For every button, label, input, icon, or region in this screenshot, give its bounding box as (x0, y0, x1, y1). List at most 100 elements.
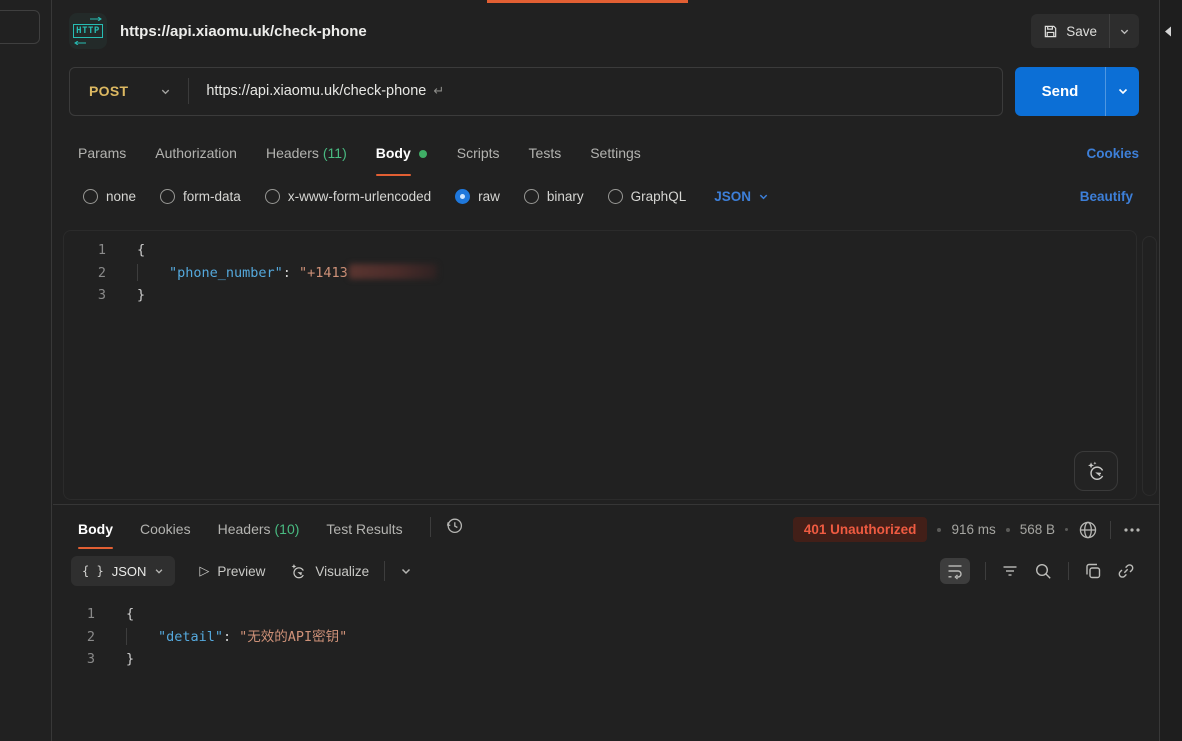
response-tab-body[interactable]: Body (78, 510, 113, 549)
url-input-box[interactable]: POST https://api.xiaomu.uk/check-phone ↵ (69, 67, 1003, 116)
beautify-link[interactable]: Beautify (1080, 189, 1133, 204)
filter-button[interactable] (1001, 562, 1019, 580)
radio-circle-icon (524, 189, 539, 204)
radio-graphql-label: GraphQL (631, 189, 687, 204)
radio-raw-label: raw (478, 189, 500, 204)
request-body-editor[interactable]: 1 { 2 "phone_number":"+1413 3 } (53, 216, 1159, 504)
response-time[interactable]: 916 ms (951, 522, 995, 537)
postbot-sparkle-icon (1085, 460, 1107, 482)
radio-form-data-label: form-data (183, 189, 241, 204)
braces-icon: { } (82, 564, 104, 578)
method-selector-value[interactable]: POST (70, 83, 128, 99)
open-brace: { (137, 242, 145, 258)
radio-graphql[interactable]: GraphQL (608, 189, 687, 204)
method-selector-caret[interactable] (160, 86, 171, 97)
raw-format-dropdown[interactable]: JSON (714, 189, 769, 204)
search-button[interactable] (1034, 562, 1053, 581)
response-format-dropdown[interactable]: { } JSON (71, 556, 175, 586)
postbot-button[interactable] (1074, 451, 1118, 491)
tab-settings[interactable]: Settings (590, 131, 641, 176)
status-badge[interactable]: 401 Unauthorized (793, 517, 928, 542)
dot-separator (1006, 528, 1010, 532)
radio-raw[interactable]: raw (455, 189, 500, 204)
radio-none[interactable]: none (83, 189, 136, 204)
line-number: 2 (64, 262, 106, 285)
response-tabs-bar: Body Cookies Headers(10) Test Results 40… (53, 505, 1159, 549)
save-button[interactable]: Save (1031, 14, 1139, 48)
close-brace: } (137, 287, 145, 303)
tab-headers-label: Headers (266, 145, 319, 161)
tab-authorization[interactable]: Authorization (155, 131, 237, 176)
response-size[interactable]: 568 B (1020, 522, 1055, 537)
request-header: HTTP https://api.xiaomu.uk/check-phone S… (53, 0, 1159, 62)
tab-body[interactable]: Body (376, 131, 411, 176)
url-input-value[interactable]: https://api.xiaomu.uk/check-phone (206, 83, 426, 99)
radio-binary[interactable]: binary (524, 189, 584, 204)
tab-headers[interactable]: Headers(11) (266, 131, 347, 176)
preview-play-icon: ▷ (199, 563, 209, 579)
chevron-down-icon (160, 86, 171, 97)
code-line: 3 } (53, 648, 1159, 671)
radio-urlencoded[interactable]: x-www-form-urlencoded (265, 189, 431, 204)
radio-none-label: none (106, 189, 136, 204)
sidebar-collapsed-tab[interactable] (0, 10, 40, 44)
filter-icon (1001, 562, 1019, 580)
response-tab-cookies[interactable]: Cookies (140, 510, 191, 549)
tab-params[interactable]: Params (78, 131, 126, 176)
network-info-button[interactable] (1078, 520, 1098, 540)
globe-icon (1078, 520, 1098, 540)
close-brace: } (126, 651, 134, 667)
wrap-text-button[interactable] (940, 558, 970, 584)
http-protocol-icon: HTTP (69, 13, 107, 49)
active-tab-indicator (487, 0, 688, 3)
left-sidebar-rail[interactable] (0, 0, 52, 741)
json-value-visible: "+1413 (299, 265, 348, 281)
tab-tests[interactable]: Tests (529, 131, 562, 176)
more-options-button[interactable] (1123, 524, 1141, 536)
preview-button[interactable]: ▷ Preview (199, 563, 265, 579)
json-value: "无效的API密钥" (239, 629, 347, 645)
response-toolbar: { } JSON ▷ Preview Visualize (53, 549, 1159, 593)
line-number: 3 (53, 648, 95, 671)
right-sidebar-rail[interactable] (1159, 0, 1182, 741)
response-tab-headers[interactable]: Headers(10) (218, 510, 300, 549)
tab-tests-label: Tests (529, 145, 562, 161)
request-title: https://api.xiaomu.uk/check-phone (120, 23, 367, 40)
radio-binary-label: binary (547, 189, 584, 204)
open-brace: { (126, 606, 134, 622)
code-line: 1 { (53, 603, 1159, 626)
tab-scripts[interactable]: Scripts (457, 131, 500, 176)
line-number: 1 (64, 239, 106, 262)
panel-collapse-arrow-icon[interactable] (1164, 26, 1172, 37)
chevron-down-icon (1117, 85, 1129, 97)
postman-app-window: HTTP https://api.xiaomu.uk/check-phone S… (0, 0, 1182, 741)
response-tab-body-label: Body (78, 521, 113, 537)
copy-button[interactable] (1084, 562, 1102, 580)
arrow-right-icon (90, 17, 102, 21)
response-tab-test-results[interactable]: Test Results (326, 510, 402, 549)
cookies-link[interactable]: Cookies (1086, 146, 1139, 176)
link-button[interactable] (1117, 562, 1135, 580)
divider (985, 562, 986, 580)
visualize-label: Visualize (315, 564, 369, 579)
radio-form-data[interactable]: form-data (160, 189, 241, 204)
response-body-viewer[interactable]: 1 { 2 "detail":"无效的API密钥" 3 } (53, 593, 1159, 671)
save-options-caret[interactable] (1110, 26, 1139, 37)
request-editor-canvas[interactable]: 1 { 2 "phone_number":"+1413 3 } (63, 230, 1137, 500)
save-button-main[interactable]: Save (1031, 24, 1109, 39)
divider (1068, 562, 1069, 580)
response-format-value: JSON (112, 564, 147, 579)
visualize-button[interactable]: Visualize (289, 562, 369, 580)
editor-scrollbar-track[interactable] (1142, 236, 1157, 496)
json-key: "detail" (127, 629, 223, 645)
radio-urlencoded-label: x-www-form-urlencoded (288, 189, 431, 204)
response-history-button[interactable] (445, 516, 464, 549)
toolbar-expand-caret[interactable] (400, 565, 412, 577)
radio-circle-icon (608, 189, 623, 204)
tab-settings-label: Settings (590, 145, 641, 161)
send-options-caret[interactable] (1106, 85, 1139, 97)
search-icon (1034, 562, 1053, 581)
send-button[interactable]: Send (1015, 67, 1139, 116)
chevron-down-icon (758, 191, 769, 202)
send-button-label[interactable]: Send (1015, 83, 1105, 100)
